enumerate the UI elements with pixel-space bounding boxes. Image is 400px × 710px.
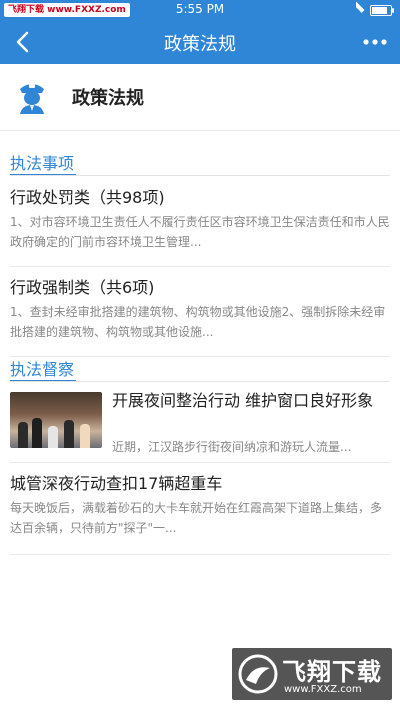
list-item[interactable]: 行政强制类（共6项) 1、查封未经审批搭建的建筑物、构筑物或其他设施2、强制拆除… (10, 274, 390, 348)
item-desc: 1、对市容环境卫生责任人不履行责任区市容环境卫生保洁责任和市人民政府确定的门前市… (10, 215, 390, 249)
divider (10, 462, 390, 463)
item-desc: 1、查封未经审批搭建的建筑物、构筑物或其他设施2、强制拆除未经审批搭建的建筑物、… (10, 305, 386, 339)
battery-icon (370, 4, 394, 16)
news-item[interactable]: 城管深夜行动查扣17辆超重车 每天晚饭后，满载着砂石的大卡车就开始在红霞高架下道… (10, 470, 390, 550)
page-header: 政策法规 (0, 64, 400, 131)
status-time: 5:55 PM (175, 2, 225, 16)
divider (10, 266, 390, 267)
nav-bar: 政策法规 (0, 20, 400, 64)
watermark-url: www.FXXZ.com (284, 684, 362, 695)
section-enforcement-supervision: 执法督察 开展夜间整治行动 维护窗口良好形象 近期，江汉路步行街夜间纳凉和游玩人… (0, 354, 400, 555)
status-right (347, 1, 394, 19)
section-line (10, 175, 390, 176)
section-enforcement-items: 执法事项 行政处罚类（共98项) 1、对市容环境卫生责任人不履行责任区市容环境卫… (0, 146, 400, 357)
content: 政策法规 执法事项 行政处罚类（共98项) 1、对市容环境卫生责任人不履行责任区… (0, 64, 400, 710)
more-button[interactable] (360, 30, 390, 54)
section-title: 执法事项 (10, 154, 75, 173)
battery-fill (372, 6, 388, 14)
news-excerpt: 近期，江汉路步行街夜间纳凉和游玩人流量... (112, 440, 352, 454)
nav-title: 政策法规 (164, 34, 236, 55)
location-arrow-icon (347, 1, 365, 19)
page-title: 政策法规 (72, 88, 144, 109)
section-line (10, 381, 390, 382)
list-item[interactable]: 行政处罚类（共98项) 1、对市容环境卫生责任人不履行责任区市容环境卫生保洁责任… (10, 184, 390, 258)
watermark-logo-icon (238, 654, 278, 694)
divider (10, 554, 390, 555)
news-title[interactable]: 开展夜间整治行动 维护窗口良好形象 (112, 390, 388, 412)
news-excerpt: 每天晚饭后，满载着砂石的大卡车就开始在红霞高架下道路上集结，多达百余辆，只待前方… (10, 501, 383, 535)
news-title: 城管深夜行动查扣17辆超重车 (10, 474, 223, 493)
more-dots-icon (363, 39, 387, 45)
status-bar: 飞翔下载 www.FXXZ.com 5:55 PM (0, 0, 400, 20)
item-title: 行政处罚类（共98项) (10, 188, 165, 207)
police-officer-icon (14, 78, 50, 114)
item-title: 行政强制类（共6项) (10, 278, 155, 297)
news-thumbnail-image[interactable] (10, 392, 102, 448)
watermark-badge: 飞翔下载 www.FXXZ.com (232, 648, 392, 700)
watermark-title: 飞翔下载 (282, 658, 382, 686)
section-title: 执法督察 (10, 360, 75, 379)
